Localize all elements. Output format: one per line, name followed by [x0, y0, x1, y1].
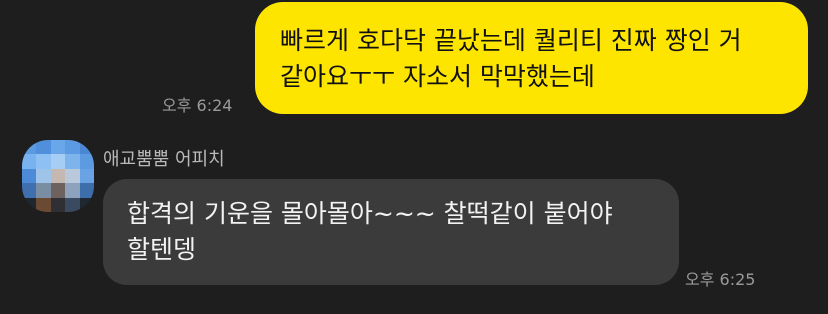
outgoing-message-bubble[interactable]: 빠르게 호다닥 끝났는데 퀄리티 진짜 짱인 거 같아요ㅜㅜ 자소서 막막했는데 [255, 2, 808, 114]
message-line: 빠르게 호다닥 끝났는데 퀄리티 진짜 짱인 거 [280, 26, 742, 55]
incoming-message-bubble[interactable]: 합격의 기운을 몰아몰아~~~ 찰떡같이 붙어야 할텐뎅 [103, 179, 679, 285]
avatar[interactable] [22, 140, 94, 212]
message-line: 할텐뎅 [127, 235, 197, 264]
message-timestamp: 오후 6:25 [685, 270, 756, 289]
message-timestamp: 오후 6:24 [162, 96, 233, 115]
message-line: 합격의 기운을 몰아몰아~~~ 찰떡같이 붙어야 [127, 199, 613, 228]
message-line: 같아요ㅜㅜ 자소서 막막했는데 [280, 62, 595, 91]
sender-name[interactable]: 애교뿜뿜 어피치 [103, 145, 225, 171]
